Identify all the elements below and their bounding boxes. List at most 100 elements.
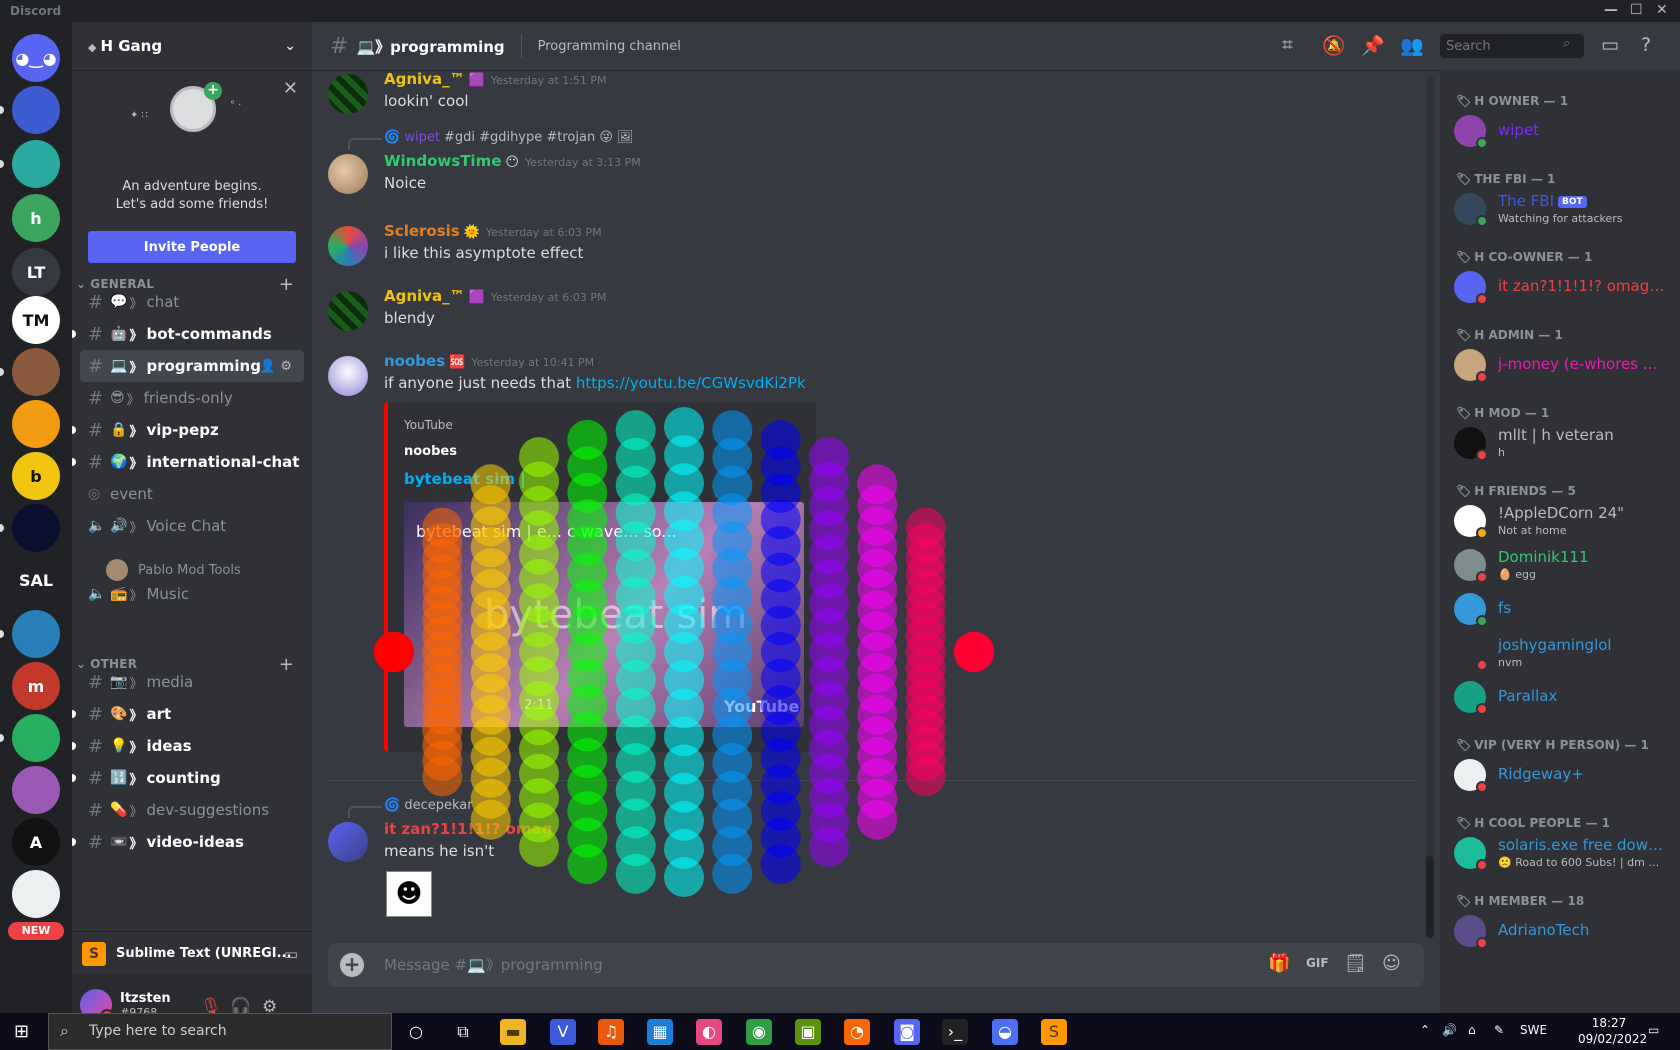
fl-studio-icon[interactable]: ♫ [598,1019,624,1045]
member-item[interactable]: Parallax [1454,676,1670,718]
author-avatar[interactable] [328,226,368,266]
paint-icon[interactable]: ◐ [696,1019,722,1045]
threads-icon[interactable]: ⌗ [1282,34,1293,56]
message-author[interactable]: Agniva_™ 🟪 Yesterday at 1:51 PM [384,70,607,88]
task-view-icon[interactable]: ⧉ [450,1019,476,1045]
reply-preview[interactable]: 🌀 wipet #gdi #gdihype #trojan 😜 🖼 [348,130,634,150]
server-icon-14[interactable] [12,766,60,814]
channel-media[interactable]: # 📷 》 media [80,666,304,698]
author-avatar[interactable] [328,356,368,396]
message-author[interactable]: noobes 🆘 Yesterday at 10:41 PM [384,352,594,370]
member-item[interactable]: fs [1454,588,1670,630]
channel-video-ideas[interactable]: # 📼 》 video-ideas [72,826,304,858]
channel-event[interactable]: ◎ event [80,478,304,510]
server-header[interactable]: ◆ H Gang ⌄ [72,22,312,70]
gif-icon[interactable]: GIF [1306,956,1329,970]
server-icon-4[interactable]: LT [12,248,60,296]
screen-share-icon[interactable]: ▭ [284,945,298,963]
channel-dev-suggestions[interactable]: # 💊 》 dev-suggestions [80,794,304,826]
network-icon[interactable]: ⌂ [1468,1023,1476,1037]
author-avatar[interactable] [328,822,368,862]
close-window-icon[interactable]: ✕ [1656,2,1668,18]
channel-topic[interactable]: Programming channel [538,39,681,54]
pinned-messages-icon[interactable]: 📌 [1361,34,1385,57]
close-icon[interactable]: ✕ [283,78,298,99]
member-list-icon[interactable]: 👥 [1400,34,1424,57]
invite-people-button[interactable]: Invite People [88,231,296,263]
member-item[interactable]: The FBI BOT Watching for attackers [1454,188,1670,230]
server-icon-13[interactable] [12,714,60,762]
author-avatar[interactable] [328,74,368,114]
emoji-picker-icon[interactable]: ☺ [1382,953,1401,974]
author-avatar[interactable] [328,291,368,331]
channel-ideas[interactable]: # 💡 》 ideas [72,730,304,762]
minimize-icon[interactable]: — [1604,2,1618,18]
member-item[interactable]: AdrianoTech [1454,910,1670,952]
notifications-icon[interactable]: ▭ [1648,1023,1659,1037]
message-scrollbar-thumb[interactable] [1426,856,1434,938]
sublime-text-taskbar-icon[interactable]: S [1041,1019,1067,1045]
maximize-icon[interactable]: ☐ [1630,2,1643,18]
message-author[interactable]: Agniva_™ 🟪 Yesterday at 6:03 PM [384,287,607,305]
server-icon-5[interactable]: TM [12,296,60,344]
channel-music[interactable]: 🔈 📻 》 Music [80,578,304,610]
member-item[interactable]: !AppleDCorn 24" Not at home [1454,500,1670,542]
server-icon-6[interactable] [12,348,60,396]
minecraft-icon[interactable]: ▣ [795,1019,821,1045]
trollface-image-attachment[interactable]: ☻ [386,871,432,917]
voice-user[interactable]: Pablo Mod Tools [106,558,296,582]
channel-bot-commands[interactable]: # 🤖 》 bot-commands [72,318,304,350]
taskbar-clock[interactable]: 18:27 09/02/2022 [1578,1015,1647,1047]
vmware-icon[interactable]: V [550,1019,576,1045]
message-author[interactable]: WindowsTime 😶 Yesterday at 3:13 PM [384,152,641,170]
embed-author[interactable]: noobes [404,444,457,459]
member-item[interactable]: j-money (e-whores ... [1454,344,1670,386]
member-item[interactable]: mllt | h veteran h [1454,422,1670,464]
channel-settings-gear-icon[interactable]: ⚙ [280,359,292,374]
tray-chevron-up-icon[interactable]: ⌃ [1420,1023,1430,1037]
channel-art[interactable]: # 🎨 》 art [72,698,304,730]
message-input[interactable] [384,951,1184,979]
server-icon-12[interactable]: m [12,662,60,710]
channel-friends-only[interactable]: # 😎 》 friends-only [80,382,304,414]
member-item[interactable]: Ridgeway+ [1454,754,1670,796]
channel-counting[interactable]: # 🔢 》 counting [72,762,304,794]
youtube-link[interactable]: https://youtu.be/CGWsvdKi2Pk [576,374,806,392]
channel-chat[interactable]: # 💬 》 chat [80,286,304,318]
terminal-icon[interactable]: ›_ [942,1019,968,1045]
pen-icon[interactable]: ✎ [1494,1023,1504,1037]
server-icon-1[interactable] [12,86,60,134]
channel-voice-chat[interactable]: 🔈 🔊 》 Voice Chat [80,510,304,542]
chrome-icon[interactable]: ◉ [746,1019,772,1045]
channel-international-chat[interactable]: # 🌍 》 international-chat [72,446,304,478]
server-icon-15[interactable]: A [12,818,60,866]
author-avatar[interactable] [328,154,368,194]
blender-icon[interactable]: ◔ [844,1019,870,1045]
file-explorer-icon[interactable]: ▬ [500,1019,526,1045]
discord-home-icon[interactable]: ◕‿◕ [12,34,60,82]
sticker-icon[interactable]: 🗒 [1344,953,1367,974]
windows-start-icon[interactable]: ⊞ [14,1021,29,1042]
help-icon[interactable]: ? [1641,34,1651,56]
member-item[interactable]: joshygaminglol nvm [1454,632,1670,674]
embed-provider[interactable]: YouTube [404,418,453,432]
volume-icon[interactable]: 🔊 [1442,1023,1457,1037]
video-thumbnail[interactable]: bytebeat sim | e... c wave... so... byte… [404,502,804,727]
server-icon-10[interactable]: SAL [12,556,60,604]
chevron-down-icon[interactable]: ⌄ [284,38,296,54]
member-item[interactable]: it zan?1!1!1!? omagaz!?11 [1454,266,1670,308]
server-icon-8[interactable]: b [12,452,60,500]
message-author[interactable]: it zan?1!1!1!? omag [384,820,552,838]
server-icon-7[interactable] [12,400,60,448]
server-icon-2[interactable] [12,140,60,188]
channel-programming[interactable]: # 💻 》 programming 👤 ⚙ [80,350,304,382]
taskbar-search-input[interactable]: Type here to search [48,1013,392,1050]
member-item[interactable]: Dominik111 🥚 egg [1454,544,1670,586]
gift-icon[interactable]: 🎁 [1268,953,1290,974]
invite-member-icon[interactable]: 👤 [260,359,276,374]
eclipse-icon[interactable]: ◒ [992,1019,1018,1045]
reply-preview[interactable]: 🌀 decepekar [348,798,477,818]
add-attachment-icon[interactable]: + [340,953,364,977]
inbox-icon[interactable]: ▭ [1601,34,1619,56]
message-scrollbar[interactable] [1426,76,1434,938]
